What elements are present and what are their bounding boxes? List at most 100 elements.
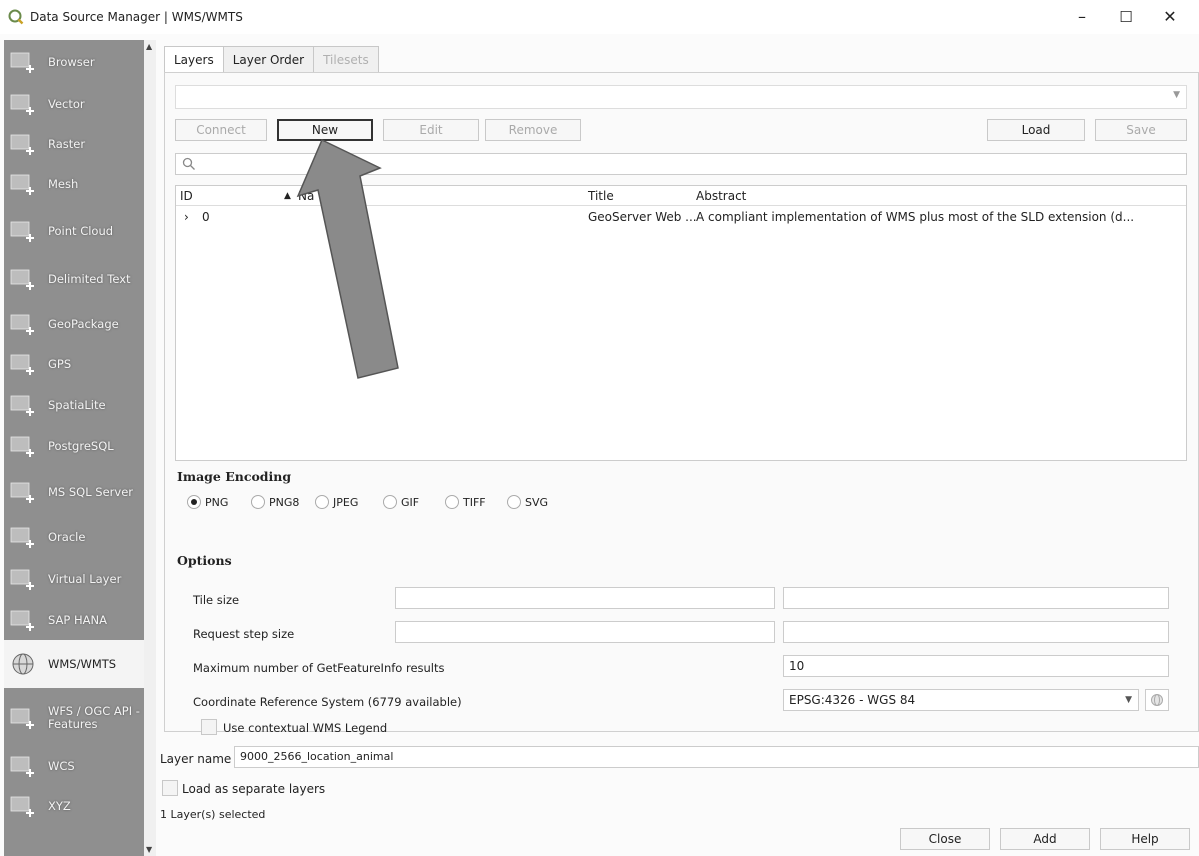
- help-button[interactable]: Help: [1100, 828, 1190, 850]
- radio-svg-label: SVG: [525, 495, 549, 509]
- max-getfeatureinfo-label: Maximum number of GetFeatureInfo results: [193, 661, 445, 675]
- sidebar-item-label: GeoPackage: [48, 316, 119, 331]
- step-height-field[interactable]: [783, 621, 1169, 643]
- save-button[interactable]: Save: [1095, 119, 1187, 141]
- radio-png8-button[interactable]: [251, 495, 265, 509]
- radio-tiff[interactable]: TIFF: [445, 495, 486, 509]
- sidebar-item-label: XYZ: [48, 798, 71, 813]
- sidebar-item-delimited-text[interactable]: Delimited Text: [4, 254, 144, 304]
- crs-select[interactable]: EPSG:4326 - WGS 84 ▼: [783, 689, 1139, 711]
- sidebar-item-wfs[interactable]: WFS / OGC API - Features: [4, 690, 144, 746]
- maximize-button[interactable]: ☐: [1106, 4, 1146, 30]
- edit-button[interactable]: Edit: [383, 119, 479, 141]
- wcs-icon: [8, 753, 38, 779]
- sidebar-item-spatialite[interactable]: SpatiaLite: [4, 384, 144, 426]
- radio-tiff-button[interactable]: [445, 495, 459, 509]
- radio-png[interactable]: PNG: [187, 495, 228, 509]
- tile-size-label: Tile size: [193, 593, 240, 607]
- sidebar-item-label: MS SQL Server: [48, 484, 134, 499]
- radio-png8-label: PNG8: [269, 495, 300, 509]
- spatialite-icon: [8, 392, 38, 418]
- radio-gif-button[interactable]: [383, 495, 397, 509]
- sidebar-item-label: Delimited Text: [48, 271, 131, 286]
- virtual-layer-icon: [8, 566, 38, 592]
- sidebar-item-wms-globe[interactable]: WMS/WMTS: [4, 640, 144, 688]
- sidebar-item-label: GPS: [48, 356, 72, 371]
- status-text: 1 Layer(s) selected: [160, 808, 266, 821]
- radio-png8[interactable]: PNG8: [251, 495, 299, 509]
- sidebar-item-point-cloud[interactable]: Point Cloud: [4, 210, 144, 252]
- load-separate-checkbox[interactable]: [162, 780, 178, 796]
- request-step-label: Request step size: [193, 627, 295, 641]
- sidebar-item-browser[interactable]: Browser: [4, 40, 144, 84]
- image-encoding-heading: Image Encoding: [177, 469, 292, 484]
- radio-svg[interactable]: SVG: [507, 495, 548, 509]
- vector-icon: [8, 91, 38, 117]
- tile-height-field[interactable]: [783, 587, 1169, 609]
- tab-bar: Layers Layer Order Tilesets: [164, 46, 379, 72]
- sidebar-item-mesh[interactable]: Mesh: [4, 164, 144, 204]
- close-window-button[interactable]: ✕: [1150, 4, 1190, 30]
- close-button[interactable]: Close: [900, 828, 990, 850]
- options-heading: Options: [177, 553, 232, 568]
- sidebar-item-geopackage[interactable]: GeoPackage: [4, 304, 144, 344]
- row-id: 0: [202, 210, 210, 224]
- radio-jpeg[interactable]: JPEG: [315, 495, 358, 509]
- delimited-text-icon: [8, 266, 38, 292]
- new-button[interactable]: New: [277, 119, 373, 141]
- chevron-down-icon: ▼: [1125, 695, 1132, 705]
- connection-select[interactable]: ▼: [175, 85, 1187, 109]
- crs-picker-button[interactable]: [1145, 689, 1169, 711]
- sidebar-item-virtual-layer[interactable]: Virtual Layer: [4, 558, 144, 600]
- sidebar-item-raster[interactable]: Raster: [4, 124, 144, 164]
- tab-layer-order[interactable]: Layer Order: [222, 46, 315, 72]
- radio-jpeg-label: JPEG: [333, 495, 359, 509]
- header-name[interactable]: Na: [298, 189, 314, 203]
- step-width-field[interactable]: [395, 621, 775, 643]
- mssql-icon: [8, 479, 38, 505]
- layer-name-field[interactable]: 9000_2566_location_animal: [234, 746, 1199, 768]
- tab-tilesets[interactable]: Tilesets: [313, 46, 379, 72]
- max-getfeatureinfo-field[interactable]: 10: [783, 655, 1169, 677]
- minimize-button[interactable]: –: [1062, 4, 1102, 30]
- header-title[interactable]: Title: [588, 189, 614, 203]
- sidebar-item-vector[interactable]: Vector: [4, 84, 144, 124]
- sidebar-item-xyz[interactable]: XYZ: [4, 786, 144, 826]
- chevron-down-icon: ▼: [1173, 90, 1180, 100]
- sidebar-item-mssql[interactable]: MS SQL Server: [4, 468, 144, 516]
- layers-table[interactable]: ID ▲ Na Title Abstract › 0 GeoServer Web…: [175, 185, 1187, 461]
- remove-button[interactable]: Remove: [485, 119, 581, 141]
- wfs-icon: [8, 705, 38, 731]
- sidebar-scrollbar[interactable]: ▲ ▼: [144, 40, 156, 856]
- load-separate-label: Load as separate layers: [182, 782, 326, 796]
- contextual-legend-checkbox[interactable]: [201, 719, 217, 735]
- sidebar-item-label: Oracle: [48, 529, 86, 544]
- row-title: GeoServer Web ...: [588, 210, 697, 224]
- load-button[interactable]: Load: [987, 119, 1085, 141]
- sidebar-item-wcs[interactable]: WCS: [4, 746, 144, 786]
- tab-layers[interactable]: Layers: [164, 46, 224, 72]
- header-id[interactable]: ID: [180, 189, 193, 203]
- sidebar-item-label: Point Cloud: [48, 223, 114, 238]
- sidebar-item-oracle[interactable]: Oracle: [4, 516, 144, 558]
- search-input[interactable]: [175, 153, 1187, 175]
- header-abstract[interactable]: Abstract: [696, 189, 746, 203]
- sidebar-item-sap-hana[interactable]: SAP HANA: [4, 600, 144, 640]
- radio-svg-button[interactable]: [507, 495, 521, 509]
- sidebar-item-label: WCS: [48, 758, 75, 773]
- connect-button[interactable]: Connect: [175, 119, 267, 141]
- scroll-down-icon[interactable]: ▼: [146, 845, 152, 854]
- geopackage-icon: [8, 311, 38, 337]
- add-button[interactable]: Add: [1000, 828, 1090, 850]
- sidebar-item-gps[interactable]: GPS: [4, 344, 144, 384]
- expand-chevron-icon[interactable]: ›: [184, 210, 189, 224]
- sidebar-item-label: WMS/WMTS: [48, 656, 117, 671]
- wms-globe-icon: [8, 651, 38, 677]
- search-icon: [182, 157, 195, 170]
- radio-jpeg-button[interactable]: [315, 495, 329, 509]
- radio-gif[interactable]: GIF: [383, 495, 419, 509]
- scroll-up-icon[interactable]: ▲: [146, 42, 152, 51]
- radio-png-button[interactable]: [187, 495, 201, 509]
- sidebar-item-postgresql[interactable]: PostgreSQL: [4, 426, 144, 466]
- tile-width-field[interactable]: [395, 587, 775, 609]
